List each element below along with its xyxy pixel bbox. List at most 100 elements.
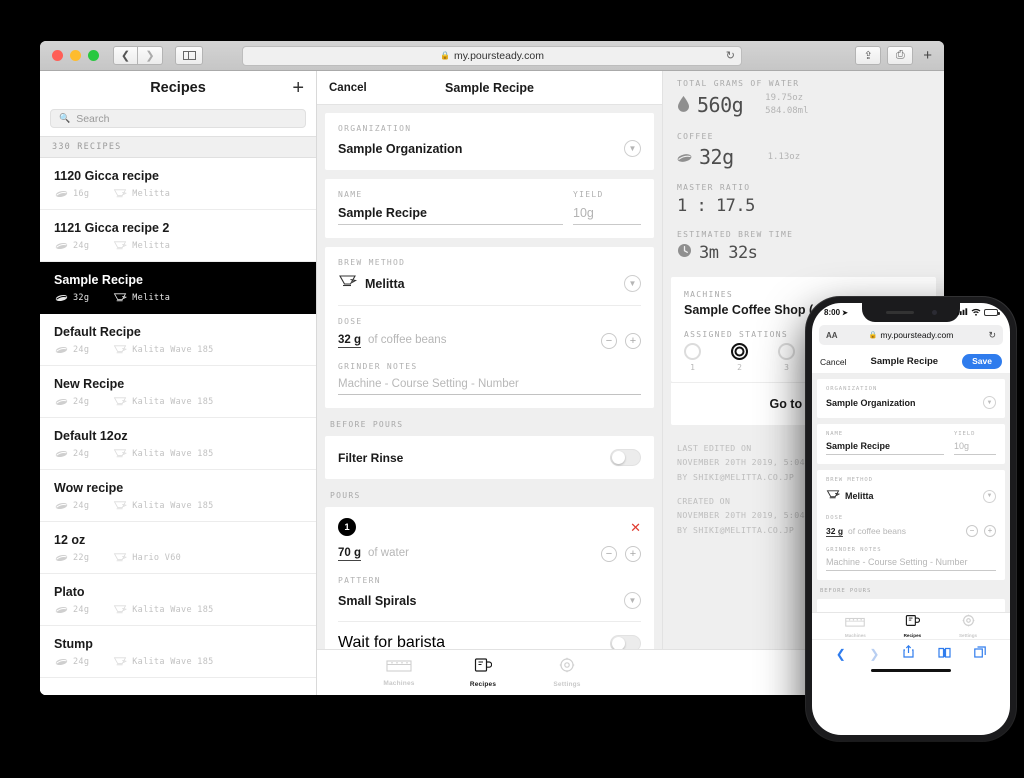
iphone-tab-machines[interactable]: Machines [845,614,866,638]
minimize-window-button[interactable] [70,50,81,61]
recipe-name: Plato [54,585,85,599]
list-item[interactable]: 1120 Gicca recipe 16g Melitta [40,158,316,210]
dripper-icon [113,448,128,459]
dose-increment-button[interactable]: + [625,333,641,349]
yield-input[interactable]: 10g [573,206,641,225]
iphone-cancel-button[interactable]: Cancel [820,357,846,367]
dose-decrement-button[interactable]: − [601,333,617,349]
dripper-icon [113,656,128,667]
iphone-yield-input[interactable]: 10g [954,441,996,455]
tabs-icon[interactable]: ⎙ [887,46,914,65]
address-bar[interactable]: 🔒 my.poursteady.com ↻ [242,45,742,66]
recipe-dose: 22g [73,552,90,563]
organization-card[interactable]: ORGANIZATION Sample Organization ▼ [325,113,654,170]
text-size-button[interactable]: AA [826,331,838,340]
recipes-mug-icon [474,657,493,678]
recipes-sidebar: Recipes + 🔍 Search 330 RECIPES 1120 Gicc… [40,71,317,695]
tab-settings[interactable]: Settings [541,657,593,688]
water-drop-icon [677,93,690,117]
new-tab-plus-icon[interactable]: + [919,48,936,63]
iphone-before-pours-card[interactable] [817,599,1005,612]
cancel-button[interactable]: Cancel [329,82,367,94]
iphone-tab-settings[interactable]: Settings [959,614,977,638]
iphone-content[interactable]: ORGANIZATION Sample Organization ▼ NAME … [812,374,1010,612]
recipe-meta: 16g Melitta [54,188,302,199]
before-pours-group-label: BEFORE POURS [330,420,404,429]
station-1[interactable]: 1 [684,343,701,372]
list-item[interactable]: Plato 24g Kalita Wave 185 [40,574,316,626]
list-item[interactable]: New Recipe 24g Kalita Wave 185 [40,366,316,418]
tab-machines[interactable]: Machines [373,658,425,687]
chevron-down-icon[interactable]: ▼ [624,592,641,609]
iphone-name-input[interactable]: Sample Recipe [826,441,944,455]
close-window-button[interactable] [52,50,63,61]
iphone-grinder-notes-input[interactable]: Machine - Course Setting - Number [826,557,996,571]
tabs-icon[interactable] [974,645,986,663]
save-button[interactable]: Save [962,353,1002,370]
list-item[interactable]: Stump 24g Kalita Wave 185 [40,626,316,678]
share-icon[interactable]: ⇪ [855,46,882,65]
search-input[interactable]: 🔍 Search [50,109,306,128]
iphone-organization-card[interactable]: ORGANIZATION Sample Organization ▼ [817,379,1005,418]
list-item[interactable]: Wow recipe 24g Kalita Wave 185 [40,470,316,522]
back-chevron-icon[interactable]: ❮ [836,647,846,661]
tab-recipes[interactable]: Recipes [457,657,509,688]
list-item[interactable]: 12 oz 22g Hario V60 [40,522,316,574]
add-recipe-plus-icon[interactable]: + [292,78,304,98]
organization-label: ORGANIZATION [338,124,412,133]
iphone-url: 🔒 my.poursteady.com [869,330,954,340]
back-chevron-icon[interactable]: ❮ [113,46,138,65]
list-item[interactable]: 1121 Gicca recipe 2 24g Melitta [40,210,316,262]
station-3[interactable]: 3 [778,343,795,372]
iphone-browser-bar[interactable]: ❮ ❯ [812,639,1010,667]
nav-buttons[interactable]: ❮ ❯ [113,46,163,65]
total-water-oz: 19.75oz [765,93,804,103]
reload-icon[interactable]: ↻ [726,49,735,62]
coffee-bean-icon [54,657,68,667]
share-icon[interactable] [903,644,914,663]
list-item[interactable]: Sample Recipe 32g Melitta [40,262,316,314]
detail-scroll-area[interactable]: ORGANIZATION Sample Organization ▼ NAME … [317,105,662,695]
brew-method-card: BREW METHOD Melitta ▼ DOSE 32 g of coffe… [325,247,654,408]
iphone-dose-decrement-button[interactable]: − [966,525,978,537]
organization-value: Sample Organization [338,141,463,156]
chevron-down-icon[interactable]: ▼ [624,140,641,157]
iphone-app-tab-bar[interactable]: Machines Recipes Settings [812,612,1010,639]
pour-amount-value[interactable]: 70 g [338,547,362,561]
station-2[interactable]: 2 [731,343,748,372]
reload-icon[interactable]: ↻ [988,330,996,341]
iphone-tab-recipes[interactable]: Recipes [904,614,921,638]
book-icon[interactable] [937,645,951,663]
pour-increment-button[interactable]: + [625,546,641,562]
master-ratio-value: 1 : 17.5 [677,196,755,217]
dripper-icon [113,188,128,199]
pattern-value: Small Spirals [338,593,417,608]
iphone-dose-value[interactable]: 32 g [826,526,844,537]
forward-chevron-icon[interactable]: ❯ [138,46,163,65]
filter-rinse-toggle[interactable] [610,449,641,466]
recipe-list[interactable]: 1120 Gicca recipe 16g Melitta 1121 Gicca re… [40,158,316,695]
chevron-down-icon[interactable]: ▼ [983,489,996,503]
chevron-down-icon[interactable]: ▼ [983,396,996,409]
iphone-tab-machines-label: Machines [844,633,866,638]
iphone-address-bar[interactable]: AA 🔒 my.poursteady.com ↻ [819,325,1003,345]
sidebar-toggle-icon[interactable] [175,46,203,65]
maximize-window-button[interactable] [88,50,99,61]
grinder-notes-input[interactable]: Machine - Course Setting - Number [338,378,641,395]
filter-rinse-row[interactable]: Filter Rinse [325,436,654,479]
chevron-down-icon[interactable]: ▼ [624,275,641,292]
recipe-meta: 24g Kalita Wave 185 [54,656,302,667]
recipe-brew-method: Kalita Wave 185 [132,448,214,459]
dose-value[interactable]: 32 g [338,334,362,348]
pour-number-badge: 1 [338,518,356,536]
iphone-dose-increment-button[interactable]: + [984,525,996,537]
iphone-organization-value: Sample Organization [826,397,916,408]
pour-decrement-button[interactable]: − [601,546,617,562]
name-input[interactable]: Sample Recipe [338,206,563,225]
list-item[interactable]: Default Recipe 24g Kalita Wave 185 [40,314,316,366]
list-item[interactable]: Default 12oz 24g Kalita Wave 185 [40,418,316,470]
iphone-organization-label: ORGANIZATION [826,386,878,392]
window-controls[interactable] [52,50,99,61]
iphone-url-text: my.poursteady.com [880,330,954,340]
close-icon[interactable]: ✕ [630,521,641,534]
